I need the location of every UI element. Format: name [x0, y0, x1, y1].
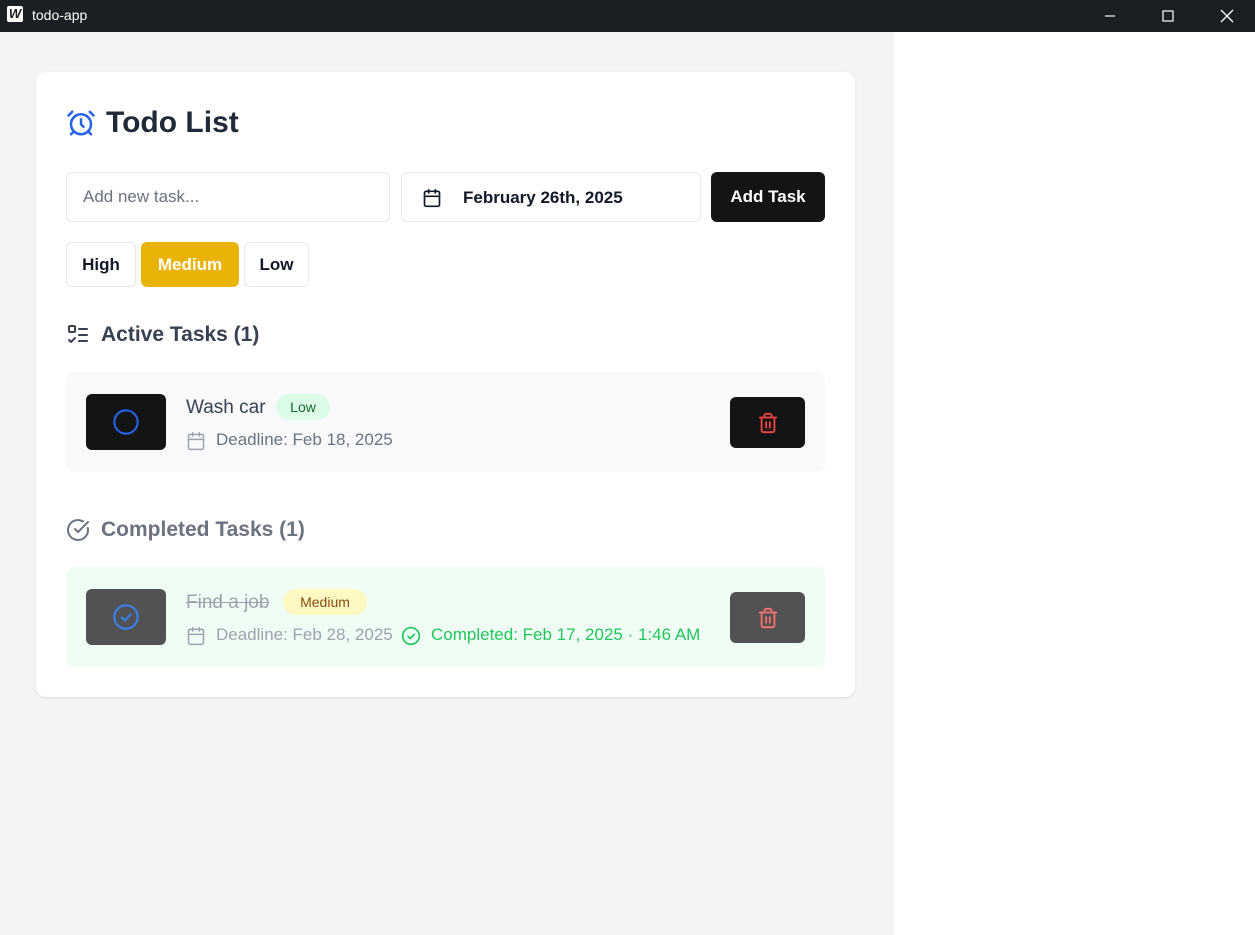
priority-high-button[interactable]: High	[66, 242, 136, 287]
date-picker-button[interactable]: February 26th, 2025	[401, 172, 701, 222]
circle-check-icon	[67, 519, 89, 541]
complete-toggle-button[interactable]	[86, 589, 166, 645]
task-deadline: Deadline: Feb 18, 2025	[216, 430, 393, 449]
window-title: todo-app	[32, 7, 88, 23]
page-title: Todo List	[106, 106, 239, 139]
list-checks-icon	[68, 325, 88, 343]
delete-task-button[interactable]	[730, 592, 805, 643]
maximize-icon	[1162, 10, 1174, 22]
window-titlebar: W todo-app	[0, 0, 1255, 32]
alarm-clock-icon	[67, 110, 95, 136]
task-item: Wash car Low Deadline: Feb 18, 2025	[66, 372, 825, 472]
priority-low-button[interactable]: Low	[244, 242, 309, 287]
task-item: Find a job Medium Deadline: Feb 28, 2025…	[66, 567, 825, 667]
minimize-icon	[1105, 15, 1115, 17]
selected-date: February 26th, 2025	[463, 188, 623, 207]
maximize-button[interactable]	[1145, 0, 1191, 32]
task-completed-at: Completed: Feb 17, 2025 · 1:46 AM	[431, 625, 701, 644]
priority-badge: Medium	[283, 589, 367, 615]
add-task-button[interactable]: Add Task	[711, 172, 825, 222]
trash-icon	[758, 412, 777, 433]
task-name: Wash car	[186, 397, 266, 418]
circle-check-icon	[401, 626, 421, 646]
close-button[interactable]	[1204, 0, 1250, 32]
complete-toggle-button[interactable]	[86, 394, 166, 450]
todo-card: Todo List February 26th, 2025 Add Task H…	[36, 72, 855, 697]
app-panel: Todo List February 26th, 2025 Add Task H…	[0, 32, 894, 935]
calendar-icon	[187, 626, 205, 646]
trash-icon	[758, 607, 777, 628]
app-logo-icon: W	[7, 6, 23, 22]
priority-medium-button[interactable]: Medium	[141, 242, 239, 287]
priority-badge: Low	[276, 394, 330, 420]
circle-icon	[113, 409, 139, 435]
delete-task-button[interactable]	[730, 397, 805, 448]
new-task-input[interactable]	[66, 172, 390, 222]
calendar-icon	[423, 188, 441, 208]
circle-check-icon	[113, 604, 139, 630]
calendar-icon	[187, 431, 205, 451]
task-deadline: Deadline: Feb 28, 2025	[216, 625, 393, 644]
minimize-button[interactable]	[1087, 0, 1133, 32]
task-name: Find a job	[186, 592, 270, 613]
completed-tasks-heading: Completed Tasks (1)	[101, 518, 305, 541]
close-icon	[1220, 9, 1234, 23]
active-tasks-heading: Active Tasks (1)	[101, 323, 260, 346]
